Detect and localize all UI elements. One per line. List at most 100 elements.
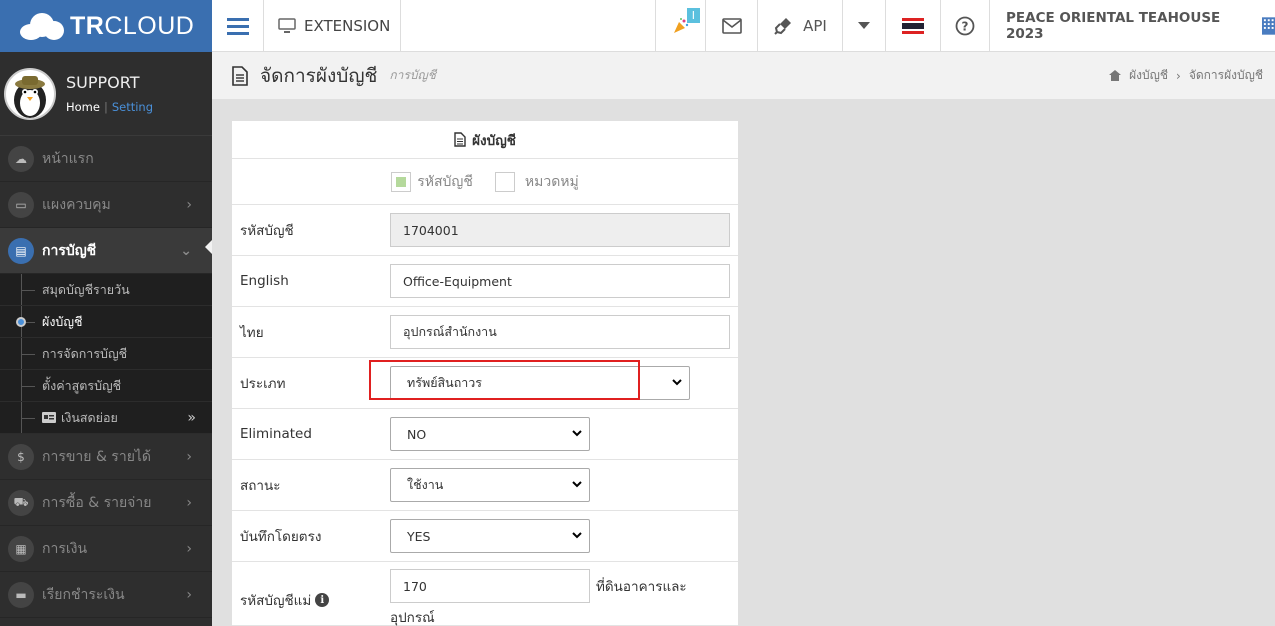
account-code-field[interactable]: 1704001 xyxy=(390,213,730,247)
panel-title: ผังบัญชี xyxy=(472,132,516,149)
status-select-value: ใช้งาน xyxy=(407,477,444,492)
status-label: สถานะ xyxy=(240,478,281,494)
chevron-right-icon: › xyxy=(186,586,192,603)
thai-flag-icon xyxy=(902,18,924,34)
mail-button[interactable] xyxy=(706,0,758,52)
sidebar-subitem-petty-cash[interactable]: เงินสดย่อย » xyxy=(0,402,212,434)
monitor-icon: ▭ xyxy=(8,191,34,218)
question-circle-icon: ? xyxy=(955,16,975,36)
id-card-icon xyxy=(42,412,56,423)
api-button[interactable]: API xyxy=(758,0,843,52)
english-label: English xyxy=(240,273,289,289)
breadcrumb-item: จัดการผังบัญชี xyxy=(1188,68,1263,82)
chevron-down-icon xyxy=(572,481,582,488)
parent-account-description: ที่ดินอาคารและ xyxy=(596,579,687,595)
hamburger-icon xyxy=(226,18,249,35)
logo[interactable]: TRCLOUD xyxy=(0,0,212,52)
eliminated-select[interactable]: NO xyxy=(390,417,590,451)
company-selector[interactable]: PEACE ORIENTAL TEAHOUSE 2023 xyxy=(990,0,1275,52)
avatar[interactable] xyxy=(4,67,56,120)
account-code-checkbox-label: รหัสบัญชี xyxy=(417,173,473,190)
eliminated-select-value: NO xyxy=(407,426,427,442)
form-row-code: รหัสบัญชี 1704001 xyxy=(232,205,738,256)
sidebar-item-home[interactable]: ☁ หน้าแรก xyxy=(0,136,212,182)
user-name: SUPPORT xyxy=(66,73,140,92)
top-bar: TRCLOUD EXTENSION I API ? PEACE ORIENTAL… xyxy=(0,0,1275,52)
sidebar-item-label: การเงิน xyxy=(42,540,88,557)
cart-icon: ⛟ xyxy=(8,489,34,516)
sidebar-item-billing[interactable]: ▬ เรียกชำระเงิน › xyxy=(0,572,212,618)
sidebar-item-label: การขาย & รายได้ xyxy=(42,448,152,465)
document-icon xyxy=(232,65,248,86)
plug-icon xyxy=(774,18,792,35)
active-dot-icon xyxy=(16,317,26,327)
notification-button[interactable]: I xyxy=(656,0,706,52)
form-row-parent: รหัสบัญชีแม่ i 170 ที่ดินอาคารและ อุปกรณ… xyxy=(232,562,738,626)
penguin-avatar-icon xyxy=(14,75,46,118)
breadcrumb-item[interactable]: ผังบัญชี xyxy=(1129,66,1168,85)
sidebar-item-purchases[interactable]: ⛟ การซื้อ & รายจ่าย › xyxy=(0,480,212,526)
caret-down-icon xyxy=(858,22,870,29)
chevron-down-icon xyxy=(672,379,682,386)
dropdown-button[interactable] xyxy=(843,0,886,52)
info-icon[interactable]: i xyxy=(315,593,330,607)
company-name: PEACE ORIENTAL TEAHOUSE 2023 xyxy=(1006,10,1221,42)
chevron-right-icon: › xyxy=(186,494,192,511)
sidebar-item-label: การบัญชี xyxy=(42,242,97,259)
form-row-eliminated: Eliminated NO xyxy=(232,409,738,460)
sidebar-item-label: หน้าแรก xyxy=(42,150,94,167)
logo-text-bold: TR xyxy=(70,11,105,40)
sidebar-subitem-label: สมุดบัญชีรายวัน xyxy=(42,281,130,297)
page-header: จัดการผังบัญชี การบัญชี ผังบัญชี › จัดกา… xyxy=(212,52,1275,99)
form-row-type: ประเภท ทรัพย์สินถาวร xyxy=(232,358,738,409)
sidebar-subitem-label: ผังบัญชี xyxy=(42,313,83,329)
sidebar-subitem-account-management[interactable]: การจัดการบัญชี xyxy=(0,338,212,370)
sidebar-subitem-chart-of-accounts[interactable]: ผังบัญชี xyxy=(0,306,212,338)
chevron-right-icon: › xyxy=(186,196,192,213)
code-label: รหัสบัญชี xyxy=(240,223,294,239)
parent-code-label: รหัสบัญชีแม่ xyxy=(240,593,312,609)
sidebar-item-dashboard[interactable]: ▭ แผงควบคุม › xyxy=(0,182,212,228)
category-checkbox[interactable] xyxy=(494,171,515,192)
sidebar-subitem-journal[interactable]: สมุดบัญชีรายวัน xyxy=(0,274,212,306)
monitor-icon xyxy=(278,18,296,33)
direct-entry-select[interactable]: YES xyxy=(390,519,590,553)
page-subtitle: การบัญชี xyxy=(389,68,436,82)
sidebar-subitem-label: การจัดการบัญชี xyxy=(42,345,128,361)
help-button[interactable]: ? xyxy=(941,0,990,52)
thai-name-input[interactable]: อุปกรณ์สำนักงาน xyxy=(390,315,730,349)
sidebar-item-label: การซื้อ & รายจ่าย xyxy=(42,494,152,511)
account-code-checkbox[interactable] xyxy=(391,171,412,192)
account-form-panel: ผังบัญชี รหัสบัญชี หมวดหมู่ รหัสบัญชี 17… xyxy=(232,121,738,626)
document-icon xyxy=(454,132,466,147)
type-select[interactable]: ทรัพย์สินถาวร xyxy=(390,366,690,400)
parent-account-description-cont: อุปกรณ์ xyxy=(390,610,435,626)
sidebar-subitem-label: เงินสดย่อย xyxy=(61,409,118,425)
english-name-input[interactable]: Office-Equipment xyxy=(390,264,730,298)
book-icon: ▤ xyxy=(8,237,34,264)
form-row-direct: บันทึกโดยตรง YES xyxy=(232,511,738,562)
checkbox-row: รหัสบัญชี หมวดหมู่ xyxy=(232,159,738,205)
menu-toggle-button[interactable] xyxy=(212,0,264,52)
category-checkbox-label: หมวดหมู่ xyxy=(524,173,579,190)
eliminated-label: Eliminated xyxy=(240,426,312,442)
breadcrumb: ผังบัญชี › จัดการผังบัญชี xyxy=(1109,66,1263,85)
notification-badge: I xyxy=(686,8,700,23)
setting-link[interactable]: Setting xyxy=(112,100,153,114)
parent-code-input[interactable]: 170 xyxy=(390,569,590,603)
language-button[interactable] xyxy=(886,0,941,52)
direct-label: บันทึกโดยตรง xyxy=(240,529,322,545)
extension-button[interactable]: EXTENSION xyxy=(264,0,401,52)
status-select[interactable]: ใช้งาน xyxy=(390,468,590,502)
sidebar-item-finance[interactable]: ▦ การเงิน › xyxy=(0,526,212,572)
sidebar-item-accounting[interactable]: ▤ การบัญชี ⌄ xyxy=(0,228,212,274)
cloud-icon: ☁ xyxy=(8,145,34,172)
sidebar-item-sales[interactable]: $ การขาย & รายได้ › xyxy=(0,434,212,480)
home-link[interactable]: Home xyxy=(66,100,100,114)
page-title: จัดการผังบัญชี xyxy=(260,64,378,87)
chevron-down-icon: ⌄ xyxy=(180,242,192,259)
type-label: ประเภท xyxy=(240,376,286,392)
profile: SUPPORT Home | Setting xyxy=(0,52,212,136)
card-icon: ▬ xyxy=(8,581,34,608)
sidebar-subitem-account-formula[interactable]: ตั้งค่าสูตรบัญชี xyxy=(0,370,212,402)
